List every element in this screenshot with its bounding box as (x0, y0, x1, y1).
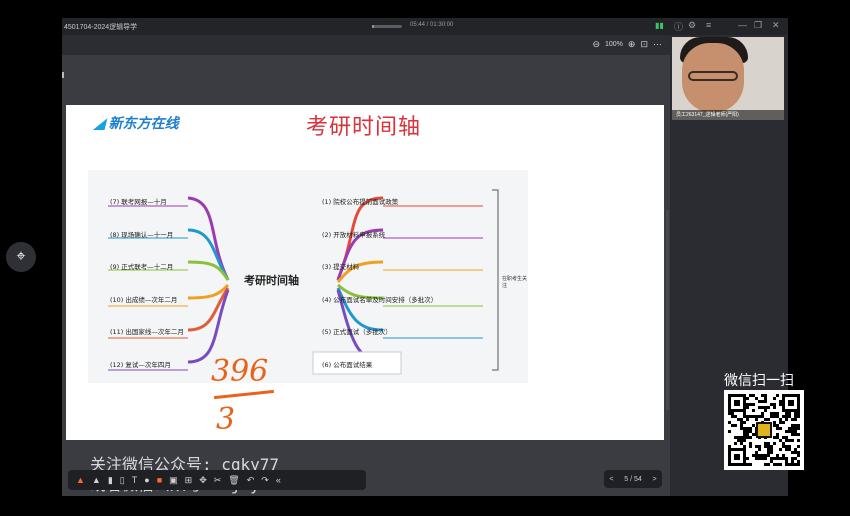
logo-mark-icon: ◢ (94, 115, 109, 131)
teacher-glasses (688, 71, 738, 81)
annotation-toolbar: ▲ ▲ ▮ ▯ T ● ■ ▣ ⊞ ✥ ✂ 🗑 ↶ ↷ « (68, 470, 366, 490)
redo-icon[interactable]: ↷ (261, 475, 269, 486)
undo-icon[interactable]: ↶ (247, 475, 255, 486)
playback-progress-bar[interactable] (372, 25, 402, 28)
mindmap-left-item: (7) 联考网报—十月 (110, 198, 167, 206)
qr-code-graphic (728, 394, 800, 466)
qr-label: 微信扫一扫 (724, 373, 794, 389)
zoom-level: 100% (605, 41, 623, 48)
teacher-camera: 员工263147_逻辑老师(严阳) (672, 37, 784, 120)
scrollbar[interactable] (666, 210, 669, 410)
page-indicator: 5 / 54 (624, 475, 642, 483)
zoom-out-icon[interactable]: ⊖ (592, 39, 600, 50)
slide-title: 考研时间轴 (306, 115, 422, 140)
mindmap-right-item: (4) 公布面试名单及时间安排（多批次） (322, 295, 438, 304)
mindmap-right-item: (5) 正式面试（多批次） (322, 328, 392, 336)
mindmap-right-item: (3) 提交材料 (322, 263, 360, 271)
brand-logo: ◢ 新东方在线 (94, 115, 179, 131)
settings-icon[interactable]: ⚙ (688, 20, 696, 31)
handwriting-numerator: 396 (211, 354, 269, 389)
color-icon[interactable]: ■ (157, 475, 162, 485)
mindmap-right-item: (2) 开放材料申报系统 (322, 230, 386, 239)
window-title: 4501704-2024逻辑导学 (64, 24, 138, 31)
minimize-icon[interactable]: — (738, 20, 747, 30)
shape-icon[interactable]: ▯ (120, 475, 125, 486)
playback-progress-fill (372, 25, 374, 28)
mindmap-right-item: (1) 院校公布提前面试政策 (322, 198, 399, 206)
edge-marker (62, 72, 64, 78)
text-icon[interactable]: T (132, 475, 138, 485)
bracket-note: 在职考生关注 (502, 276, 528, 289)
prev-page-button[interactable]: < (609, 476, 613, 483)
mindmap-left-item: (8) 现场确认—十一月 (110, 230, 174, 239)
slide-area: ◢ 新东方在线 考研时间轴 考研时间轴 (7) 联考网报—十月 (8) 现场确认… (62, 55, 670, 496)
close-icon[interactable]: ✕ (772, 20, 780, 31)
player-window: 4501704-2024逻辑导学 05:44 / 01:30:00 ▮▮ ⓘ ⚙… (62, 18, 788, 496)
mindmap-left-item: (10) 出成绩—次年二月 (110, 295, 178, 304)
mindmap-left-item: (12) 复试—次年四月 (110, 360, 171, 369)
menu-icon[interactable]: ≡ (706, 20, 711, 30)
stamp-icon[interactable]: ● (144, 475, 149, 485)
handwriting-denominator: 3 (216, 402, 236, 437)
mindmap-left-item: (9) 正式联考—十二月 (110, 263, 174, 271)
camera-label: 员工263147_逻辑老师(严阳) (672, 110, 784, 120)
pen-icon[interactable]: ▲ (76, 475, 85, 485)
mindmap-left-item: (11) 出国家线—次年二月 (110, 328, 184, 336)
mindmap-center: 考研时间轴 (244, 274, 299, 287)
slide: ◢ 新东方在线 考研时间轴 考研时间轴 (7) 联考网报—十月 (8) 现场确认… (66, 105, 664, 440)
zoom-in-icon[interactable]: ⊕ (628, 39, 636, 50)
restore-icon[interactable]: ❐ (754, 20, 762, 31)
move-icon[interactable]: ✥ (199, 475, 207, 486)
scissors-icon[interactable]: ✂ (214, 475, 222, 486)
next-page-button[interactable]: > (653, 476, 657, 483)
page-navigator: < 5 / 54 > (604, 470, 662, 488)
grid-icon[interactable]: ⊞ (185, 475, 193, 486)
title-bar: 4501704-2024逻辑导学 05:44 / 01:30:00 ▮▮ ⓘ ⚙… (62, 18, 788, 35)
signal-icon: ▮▮ (655, 21, 664, 30)
view-toolbar: ⊖ 100% ⊕ ⊡ ⋯ (62, 35, 670, 55)
mindmap-right-item: (6) 公布面试结果 (322, 360, 373, 369)
handwriting-fraction-line (214, 389, 274, 400)
info-icon[interactable]: ⓘ (674, 20, 683, 33)
more-icon[interactable]: ⋯ (653, 39, 662, 50)
mindmap: 考研时间轴 (7) 联考网报—十月 (8) 现场确认—十一月 (9) 正式联考—十二… (88, 170, 528, 383)
zoom-controls: ⊖ 100% ⊕ ⊡ ⋯ (592, 39, 662, 50)
highlighter-icon[interactable]: ▲ (92, 475, 101, 485)
fit-screen-icon[interactable]: ⊡ (640, 39, 648, 50)
image-icon[interactable]: ▣ (169, 475, 178, 486)
trash-icon[interactable]: 🗑 (228, 475, 239, 486)
collapse-icon[interactable]: « (276, 475, 281, 485)
qr-code (724, 390, 804, 470)
eraser-icon[interactable]: ▮ (108, 475, 113, 486)
playback-time: 05:44 / 01:30:00 (410, 22, 454, 28)
location-icon[interactable]: ⌖ (6, 242, 36, 272)
